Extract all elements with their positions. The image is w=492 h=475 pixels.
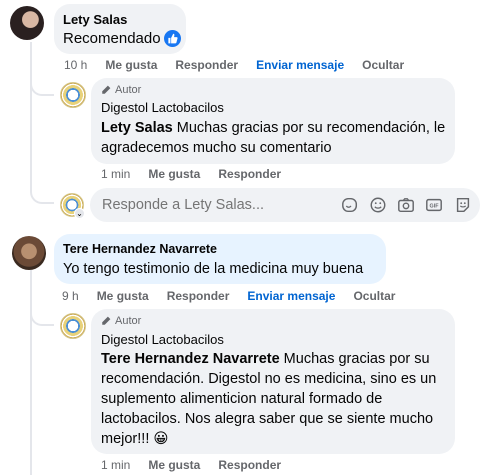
- pen-icon: [102, 316, 111, 325]
- reply-actions-2: 1 min Me gusta Responder: [101, 458, 299, 472]
- gif-icon[interactable]: GIF: [425, 196, 443, 214]
- pen-icon: [102, 85, 111, 94]
- camera-icon[interactable]: [397, 196, 415, 214]
- author-badge-label: Autor: [115, 315, 142, 327]
- svg-text:GIF: GIF: [430, 204, 440, 210]
- avatar-lety[interactable]: [10, 6, 44, 40]
- mention[interactable]: Lety Salas: [101, 120, 173, 136]
- comment-actions-2: 9 h Me gusta Responder Enviar mensaje Oc…: [62, 289, 413, 303]
- page-avatar-digestol[interactable]: [60, 82, 86, 108]
- thumbs-up-icon: [168, 33, 178, 44]
- author-badge: Autor: [101, 84, 141, 96]
- reply-time[interactable]: 1 min: [101, 458, 130, 472]
- sticker-icon[interactable]: [341, 196, 359, 214]
- avatar-tere[interactable]: [12, 236, 46, 270]
- reply-author[interactable]: Digestol Lactobacilos: [101, 100, 224, 115]
- page-avatar-digestol[interactable]: [60, 313, 86, 339]
- reply-button[interactable]: Responder: [175, 58, 238, 72]
- reply-actions-1: 1 min Me gusta Responder: [101, 167, 299, 181]
- comment-text: Yo tengo testimonio de la medicina muy b…: [63, 261, 364, 277]
- thread-branch-1b: [30, 180, 54, 204]
- reply-button[interactable]: Responder: [218, 458, 281, 472]
- like-button[interactable]: Me gusta: [105, 58, 157, 72]
- thread-branch-2a: [30, 310, 54, 326]
- thread-line-1: [30, 42, 32, 192]
- comment-bubble-lety: Lety Salas Recomendado: [54, 4, 186, 54]
- send-message-button[interactable]: Enviar mensaje: [256, 58, 344, 72]
- emoji-icon[interactable]: [369, 196, 387, 214]
- comment-actions-1: 10 h Me gusta Responder Enviar mensaje O…: [64, 58, 422, 72]
- author-badge-label: Autor: [115, 84, 142, 96]
- reply-text: Tere Hernandez Navarrete Muchas gracias …: [101, 349, 446, 449]
- like-button[interactable]: Me gusta: [148, 167, 200, 181]
- reply-bubble-1: Autor Digestol Lactobacilos Lety Salas M…: [91, 78, 455, 164]
- comment-time[interactable]: 9 h: [62, 289, 79, 303]
- comment-author[interactable]: Tere Hernandez Navarrete: [63, 242, 217, 256]
- reply-bubble-2: Autor Digestol Lactobacilos Tere Hernand…: [91, 309, 455, 454]
- thread-line-2: [30, 270, 32, 475]
- comment-author[interactable]: Lety Salas: [63, 12, 127, 27]
- send-message-button[interactable]: Enviar mensaje: [247, 289, 335, 303]
- comment-bubble-tere: Tere Hernandez Navarrete Yo tengo testim…: [54, 234, 386, 284]
- reply-time[interactable]: 1 min: [101, 167, 130, 181]
- chevron-down-icon[interactable]: ⌄: [74, 208, 85, 219]
- reply-author[interactable]: Digestol Lactobacilos: [101, 332, 224, 347]
- like-reaction-badge[interactable]: [164, 30, 181, 47]
- comment-time[interactable]: 10 h: [64, 58, 87, 72]
- reply-composer[interactable]: GIF: [90, 188, 480, 222]
- mention[interactable]: Tere Hernandez Navarrete: [101, 351, 280, 367]
- reply-button[interactable]: Responder: [218, 167, 281, 181]
- reply-text: Lety Salas Muchas gracias por su recomen…: [101, 118, 446, 158]
- like-button[interactable]: Me gusta: [148, 458, 200, 472]
- hide-button[interactable]: Ocultar: [362, 58, 404, 72]
- reply-button[interactable]: Responder: [167, 289, 230, 303]
- thread-branch-1a: [30, 78, 54, 96]
- author-badge: Autor: [101, 315, 141, 327]
- hide-button[interactable]: Ocultar: [353, 289, 395, 303]
- comment-text: Recomendado: [63, 30, 161, 47]
- reply-input[interactable]: [102, 195, 327, 215]
- like-button[interactable]: Me gusta: [97, 289, 149, 303]
- avatar-sticker-icon[interactable]: [454, 196, 472, 214]
